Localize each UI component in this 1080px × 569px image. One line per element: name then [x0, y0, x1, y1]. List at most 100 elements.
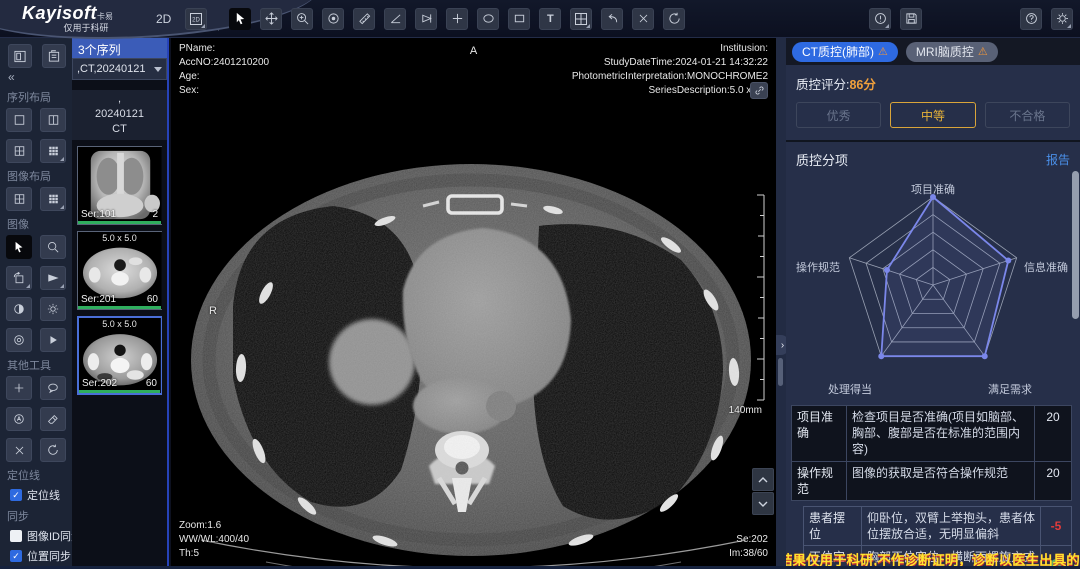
series-layout-section-label: 序列布局 — [7, 89, 66, 105]
image-play-button[interactable] — [40, 328, 66, 352]
photometric-text: PhotometricInterpretation:MONOCHROME2 — [572, 70, 768, 84]
settings-button[interactable] — [1051, 8, 1073, 30]
zoom-in-icon — [296, 12, 309, 25]
qc-radar-chart: 项目准确 信息准确 满足需求 处理得当 操作规范 — [786, 171, 1080, 399]
localizer-checkbox-row[interactable]: ✓ 定位线 — [10, 487, 66, 503]
table-row: 操作规范 图像的获取是否符合操作规范 20 — [791, 462, 1072, 501]
study-datetime-text: StudyDateTime:2024-01-21 14:32:22 — [572, 56, 768, 70]
info-button[interactable] — [869, 8, 891, 30]
study-dropdown-value: ,CT,20240121 — [77, 63, 146, 75]
study-dropdown[interactable]: ,CT,20240121 — [72, 58, 167, 80]
image-layout-button[interactable] — [570, 8, 592, 30]
grade-fail-button[interactable]: 不合格 — [985, 102, 1070, 128]
image-brightness-button[interactable] — [40, 297, 66, 321]
image-params-overlay: Zoom:1.6 WW/WL:400/40 Th:5 — [179, 519, 249, 561]
layout-2d-button[interactable]: 2D — [185, 8, 207, 30]
disclaimer-text: 结果仅用于科研,不作诊断证明，诊断以医生出具的诊断 — [786, 549, 1080, 567]
tool-reset-button[interactable] — [40, 438, 66, 462]
sync-position-row[interactable]: ✓ 位置同步 — [10, 548, 66, 564]
radar-label-3: 处理得当 — [828, 381, 872, 397]
qc-grade-buttons: 优秀 中等 不合格 — [786, 95, 1080, 140]
text-annotation-button[interactable]: T — [539, 8, 561, 30]
institution-text: Institusion: — [572, 42, 768, 56]
grade-excellent-button[interactable]: 优秀 — [796, 102, 881, 128]
cursor-icon — [234, 12, 247, 25]
tool-add-button[interactable] — [6, 376, 32, 400]
tool-delete-button[interactable] — [6, 438, 32, 462]
cursor-tool-button[interactable] — [229, 8, 251, 30]
tool-eraser-button[interactable] — [40, 407, 66, 431]
zoom-tool-button[interactable] — [291, 8, 313, 30]
export-button[interactable] — [900, 8, 922, 30]
rect-roi-button[interactable] — [508, 8, 530, 30]
cobb-angle-tool-button[interactable] — [415, 8, 437, 30]
image-viewport[interactable]: PName: AccNO:2401210200 Age: Sex: A Inst… — [171, 38, 776, 569]
help-button[interactable] — [1020, 8, 1042, 30]
image-invert-button[interactable] — [6, 297, 32, 321]
zoom-text: Zoom:1.6 — [179, 519, 249, 533]
image-rotate-button[interactable] — [6, 266, 32, 290]
sync-imageid-row[interactable]: 图像ID同步 — [10, 528, 66, 544]
panel-report-button[interactable] — [42, 44, 66, 68]
localizer-checkbox[interactable]: ✓ — [10, 489, 22, 501]
ellipse-icon — [482, 12, 495, 25]
subrow-desc: 仰卧位，双臂上举抱头，患者体位摆放合适，无明显偏斜 — [862, 507, 1040, 545]
sync-imageid-checkbox[interactable] — [10, 530, 22, 542]
pan-tool-button[interactable] — [260, 8, 282, 30]
sync-position-checkbox[interactable]: ✓ — [10, 550, 22, 562]
pname-text: PName: — [179, 42, 269, 56]
image-layout-2x2-button[interactable] — [6, 187, 32, 211]
ct-axial-image — [171, 38, 776, 569]
image-spiral-button[interactable] — [6, 328, 32, 352]
orientation-marker-anterior: A — [470, 44, 477, 59]
tab-ct-qc[interactable]: CT质控(肺部) ⚠ — [792, 42, 898, 62]
radar-label-4: 操作规范 — [796, 259, 840, 275]
subrow-penalty-score: -5 — [1040, 507, 1071, 545]
cobb-angle-icon — [420, 12, 433, 25]
undo-button[interactable] — [601, 8, 623, 30]
collapse-sidebar-chevron[interactable]: « — [8, 70, 66, 84]
panel-layout-button[interactable] — [8, 44, 32, 68]
image-cursor-button[interactable] — [6, 235, 32, 259]
image-magnify-button[interactable] — [40, 235, 66, 259]
reset-button[interactable] — [663, 8, 685, 30]
app-logo: Kayisoft卡易 仅用于科研 — [0, 4, 150, 33]
report-link[interactable]: 报告 — [1046, 151, 1070, 168]
row-score: 20 — [1034, 406, 1071, 461]
orientation-marker-right: R — [209, 304, 217, 319]
delete-annotation-button[interactable] — [632, 8, 654, 30]
angle-tool-button[interactable] — [384, 8, 406, 30]
scroll-down-button[interactable] — [752, 492, 774, 515]
image-flip-button[interactable] — [40, 266, 66, 290]
tab-mri-qc[interactable]: MRI脑质控 ⚠ — [906, 42, 998, 62]
localizer-checkbox-label: 定位线 — [27, 487, 60, 503]
logo-subtitle: 仅用于科研 — [22, 24, 150, 33]
chevron-down-icon — [154, 67, 162, 72]
age-text: Age: — [179, 70, 269, 84]
study-date: 20240121 — [72, 107, 167, 122]
series-thumbnail-201[interactable]: 5.0 x 5.0 Ser:201 60 — [77, 231, 162, 310]
sync-imageid-label: 图像ID同步 — [27, 528, 72, 544]
scroll-up-button[interactable] — [752, 468, 774, 491]
probe-tool-button[interactable] — [446, 8, 468, 30]
series-layout-1x1-button[interactable] — [6, 108, 32, 132]
grade-medium-button[interactable]: 中等 — [890, 102, 975, 128]
link-series-button[interactable] — [750, 82, 768, 99]
study-group-header[interactable]: , 20240121 CT — [72, 90, 167, 140]
series-thumbnail-202-selected[interactable]: 5.0 x 5.0 Ser:202 60 — [77, 316, 162, 395]
series-thumbnail-101[interactable]: Ser:101 2 — [77, 146, 162, 225]
windowing-tool-button[interactable] — [322, 8, 344, 30]
save-export-icon — [905, 12, 918, 25]
panel-scrollbar-thumb[interactable] — [1072, 171, 1079, 319]
close-x-icon — [638, 13, 649, 24]
tool-find-annotation-button[interactable] — [6, 407, 32, 431]
tool-comment-button[interactable] — [40, 376, 66, 400]
ruler-tool-button[interactable] — [353, 8, 375, 30]
series-layout-2x2-button[interactable] — [6, 139, 32, 163]
series-layout-grid-button[interactable] — [40, 139, 66, 163]
ellipse-roi-button[interactable] — [477, 8, 499, 30]
logo-text: Kayisoft — [22, 3, 97, 23]
series-layout-1x2-button[interactable] — [40, 108, 66, 132]
viewport-scrollbar-thumb[interactable] — [778, 358, 783, 386]
image-layout-grid-button[interactable] — [40, 187, 66, 211]
